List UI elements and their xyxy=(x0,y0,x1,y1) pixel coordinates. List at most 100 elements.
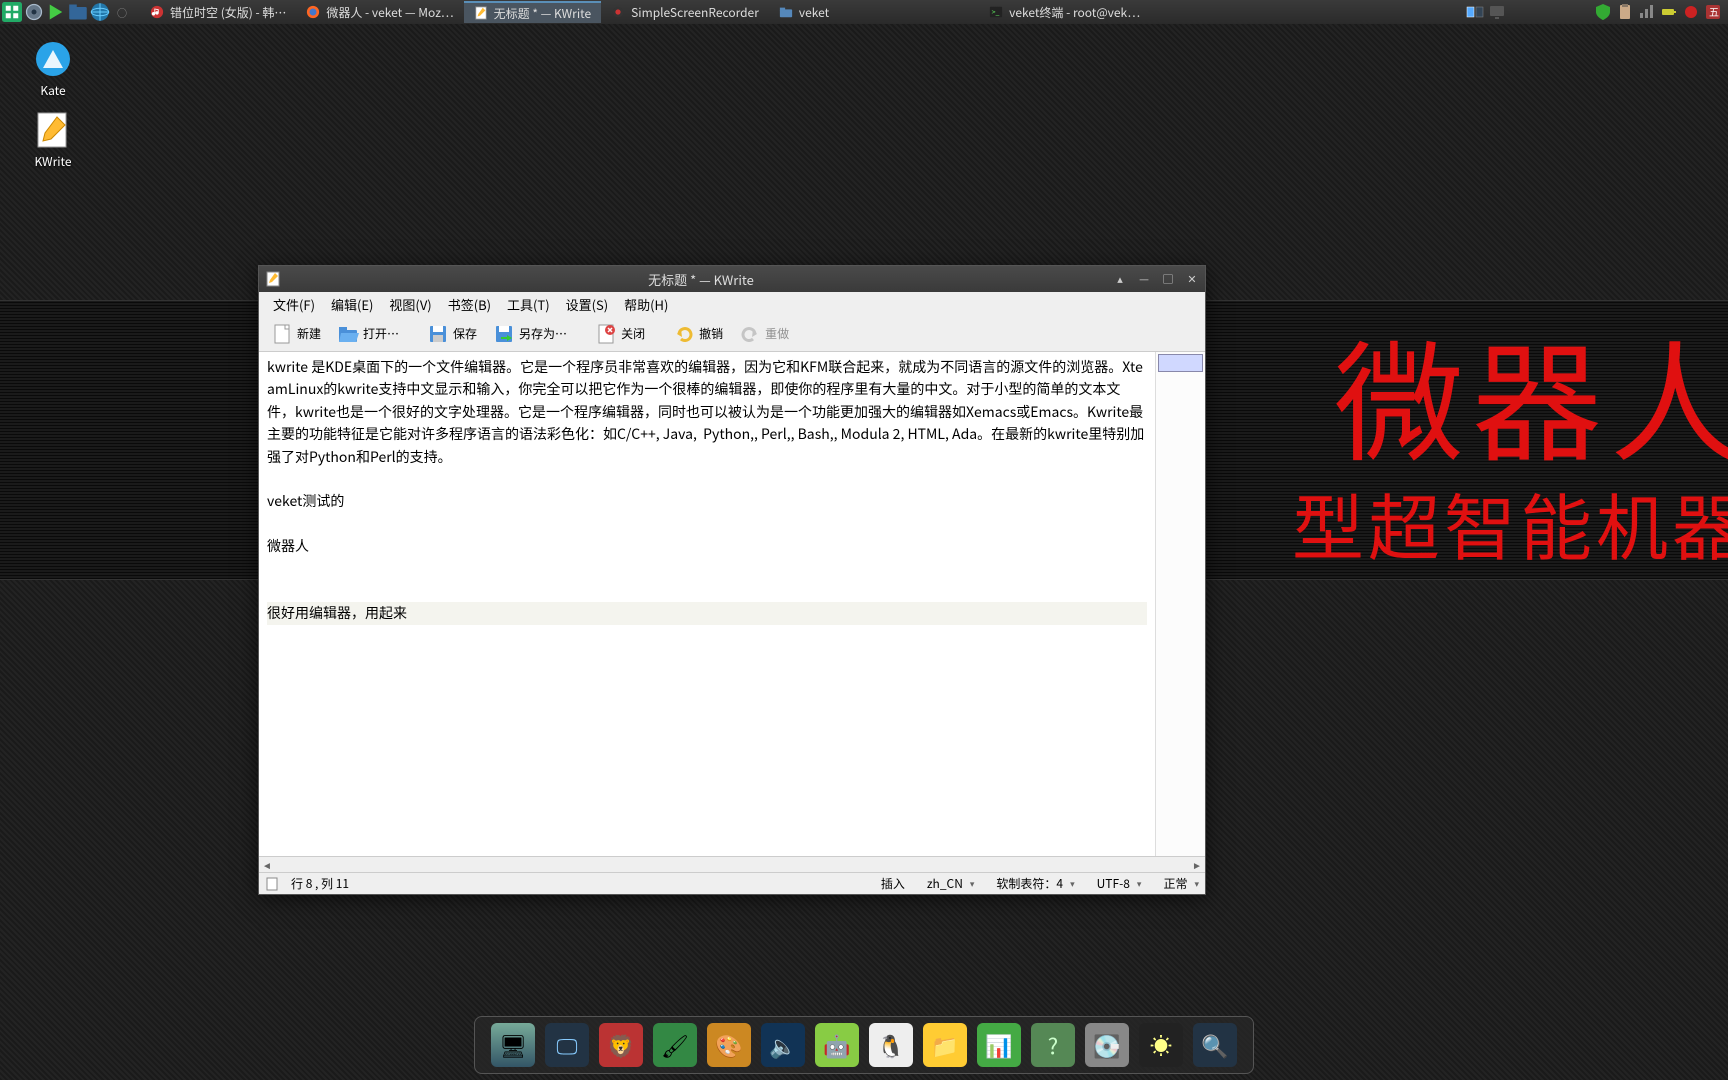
minimize-button[interactable]: — xyxy=(1137,272,1151,286)
filemanager-icon[interactable] xyxy=(68,2,88,22)
insert-mode[interactable]: 插入 xyxy=(881,875,905,892)
close-file-icon xyxy=(595,323,617,345)
task-label: veket xyxy=(799,4,829,21)
window-controls: ▴ — □ ✕ xyxy=(1113,272,1199,286)
dock-files[interactable]: 📁 xyxy=(921,1021,969,1069)
network-icon[interactable] xyxy=(1638,3,1656,21)
encoding-selector[interactable]: UTF-8 xyxy=(1097,875,1142,892)
svg-text:>_: >_ xyxy=(992,8,1000,18)
dock-brightness[interactable]: ☀ xyxy=(1137,1021,1185,1069)
pager-icon[interactable] xyxy=(1466,3,1484,21)
desktop-icon-kwrite[interactable]: KWrite xyxy=(18,111,88,170)
dock-android[interactable]: 🤖 xyxy=(813,1021,861,1069)
desktop-icons: Kate KWrite xyxy=(18,40,88,182)
cursor-position[interactable]: 行 8 , 列 11 xyxy=(291,875,349,892)
settings-icon[interactable] xyxy=(24,2,44,22)
system-tray: 五 xyxy=(1466,3,1728,21)
clipboard-icon[interactable] xyxy=(1616,3,1634,21)
dock-lens[interactable]: 🔍 xyxy=(1191,1021,1239,1069)
menu-bookmarks[interactable]: 书签(B) xyxy=(440,293,499,316)
scroll-track[interactable] xyxy=(275,857,1189,872)
kwrite-icon xyxy=(474,6,488,20)
menubar: 文件(F) 编辑(E) 视图(V) 书签(B) 工具(T) 设置(S) 帮助(H… xyxy=(259,292,1205,316)
open-button[interactable]: 打开… xyxy=(331,319,405,349)
task-label: SimpleScreenRecorder xyxy=(631,4,759,21)
task-folder[interactable]: veket xyxy=(769,1,839,23)
dock-help[interactable]: ? xyxy=(1029,1021,1077,1069)
dock-display[interactable]: 🖵 xyxy=(543,1021,591,1069)
maximize-button[interactable]: □ xyxy=(1161,272,1175,286)
redo-button: 重做 xyxy=(733,319,795,349)
dock-show-desktop[interactable]: 🖥 xyxy=(489,1021,537,1069)
kwrite-icon xyxy=(265,271,281,287)
saveas-icon xyxy=(493,323,515,345)
desktop-icon-kate[interactable]: Kate xyxy=(18,40,88,99)
monitor-tray-icon[interactable] xyxy=(1488,3,1506,21)
firefox-icon xyxy=(306,5,320,19)
dock: 🖥 🖵 🦁 🖌 🎨 🔈 🤖 🐧 📁 📊 ? 💽 ☀ 🔍 xyxy=(474,1016,1254,1074)
kwrite-icon xyxy=(34,111,72,149)
editor-textarea[interactable]: kwrite 是KDE桌面下的一个文件编辑器。它是一个程序员非常喜欢的编辑器，因… xyxy=(259,352,1155,856)
save-icon xyxy=(427,323,449,345)
wallpaper-title: 微器人 xyxy=(1334,300,1728,488)
window-titlebar[interactable]: 无标题 * — KWrite ▴ — □ ✕ xyxy=(259,266,1205,292)
locale-selector[interactable]: zh_CN xyxy=(927,875,975,892)
undo-icon xyxy=(673,323,695,345)
folder-icon xyxy=(779,5,793,19)
dock-disk[interactable]: 💽 xyxy=(1083,1021,1131,1069)
desktop-icon-label: Kate xyxy=(18,82,88,99)
keep-above-button[interactable]: ▴ xyxy=(1113,272,1127,286)
task-kwrite[interactable]: 无标题 * — KWrite xyxy=(464,1,602,23)
task-screenrecorder[interactable]: SimpleScreenRecorder xyxy=(601,1,769,23)
close-file-button[interactable]: 关闭 xyxy=(589,319,651,349)
saveas-button[interactable]: 另存为… xyxy=(487,319,573,349)
task-label: 无标题 * — KWrite xyxy=(494,5,592,22)
close-button[interactable]: ✕ xyxy=(1185,272,1199,286)
minimap-viewport[interactable] xyxy=(1158,354,1203,372)
dock-lion[interactable]: 🦁 xyxy=(597,1021,645,1069)
task-music-player[interactable]: 错位时空 (女版) - 韩… xyxy=(140,1,296,23)
task-label: veket终端 - root@vek… xyxy=(1009,4,1140,21)
menu-edit[interactable]: 编辑(E) xyxy=(323,293,381,316)
horizontal-scrollbar[interactable]: ◄ ► xyxy=(259,856,1205,872)
scroll-left-icon[interactable]: ◄ xyxy=(259,857,275,872)
save-button[interactable]: 保存 xyxy=(421,319,483,349)
status-doc-icon xyxy=(265,877,279,891)
battery-icon[interactable] xyxy=(1660,3,1678,21)
menu-file[interactable]: 文件(F) xyxy=(265,293,323,316)
redo-icon xyxy=(739,323,761,345)
shield-icon[interactable] xyxy=(1594,3,1612,21)
dock-audio[interactable]: 🔈 xyxy=(759,1021,807,1069)
new-button[interactable]: 新建 xyxy=(265,319,327,349)
show-desktop-icon[interactable]: ○ xyxy=(112,2,132,22)
scroll-right-icon[interactable]: ► xyxy=(1189,857,1205,872)
dock-office[interactable]: 📊 xyxy=(975,1021,1023,1069)
undo-button[interactable]: 撤销 xyxy=(667,319,729,349)
task-firefox[interactable]: 微器人 - veket — Moz… xyxy=(296,1,463,23)
globe-icon[interactable] xyxy=(90,2,110,22)
highlight-mode[interactable]: 正常 xyxy=(1163,875,1199,892)
menu-tools[interactable]: 工具(T) xyxy=(499,293,558,316)
task-label: 微器人 - veket — Moz… xyxy=(326,4,453,21)
dock-paint[interactable]: 🖌 xyxy=(651,1021,699,1069)
dock-penguin[interactable]: 🐧 xyxy=(867,1021,915,1069)
menu-settings[interactable]: 设置(S) xyxy=(558,293,617,316)
new-file-icon xyxy=(271,323,293,345)
window-title: 无标题 * — KWrite xyxy=(289,270,1113,289)
task-label: 错位时空 (女版) - 韩… xyxy=(170,4,286,21)
app-menu-icon[interactable] xyxy=(2,2,22,22)
task-terminal[interactable]: >_ veket终端 - root@vek… xyxy=(979,1,1150,23)
menu-help[interactable]: 帮助(H) xyxy=(616,293,676,316)
desktop-icon-label: KWrite xyxy=(18,153,88,170)
play-icon[interactable] xyxy=(46,2,66,22)
recorder-icon xyxy=(611,5,625,19)
kate-icon xyxy=(34,40,72,78)
record-indicator-icon[interactable] xyxy=(1682,3,1700,21)
ime-icon[interactable]: 五 xyxy=(1704,3,1722,21)
menu-view[interactable]: 视图(V) xyxy=(381,293,439,316)
tabwidth-selector[interactable]: 软制表符：4 xyxy=(996,875,1074,892)
minimap[interactable] xyxy=(1155,352,1205,856)
dock-palette[interactable]: 🎨 xyxy=(705,1021,753,1069)
svg-text:五: 五 xyxy=(1709,4,1719,19)
terminal-icon: >_ xyxy=(989,5,1003,19)
